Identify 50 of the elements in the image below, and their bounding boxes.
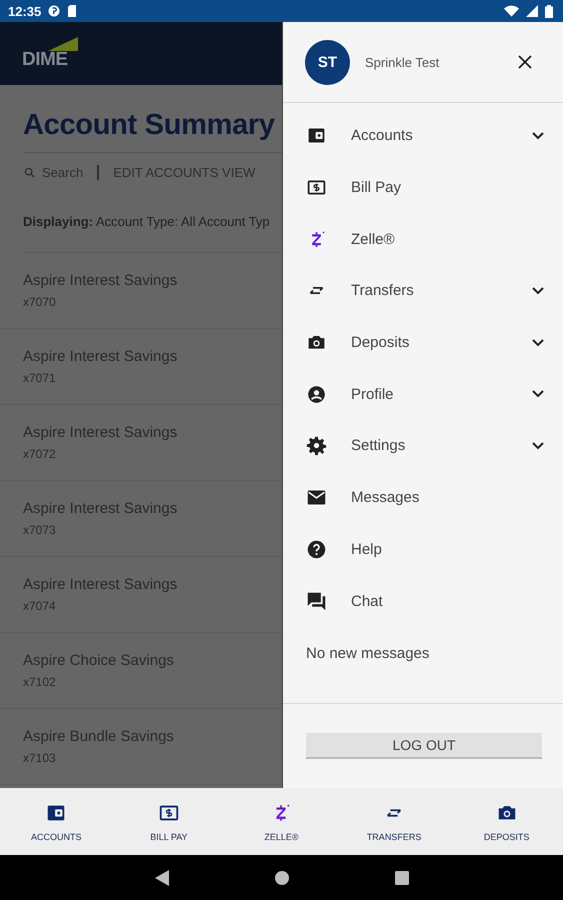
logout-button[interactable]: LOG OUT <box>306 733 542 759</box>
recents-icon[interactable] <box>394 870 408 884</box>
page-title: Account Summary <box>23 109 282 153</box>
drawer-menu-item[interactable]: Profile <box>283 368 563 420</box>
drawer-menu-item[interactable]: Help <box>283 524 563 576</box>
drawer-menu-item[interactable]: Bill Pay <box>283 162 563 214</box>
account-number: x7102 <box>23 675 57 689</box>
drawer-menu-item[interactable]: Messages <box>283 472 563 524</box>
account-name: Aspire Interest Savings <box>23 576 178 593</box>
drawer-menu-item[interactable]: Transfers <box>283 265 563 317</box>
user-name: Sprinkle Test <box>365 54 440 70</box>
signal-icon <box>526 5 538 17</box>
sd-card-icon <box>67 5 78 17</box>
drawer-menu-item[interactable]: Deposits <box>283 316 563 368</box>
account-name: Aspire Bundle Savings <box>23 728 175 745</box>
gear-icon <box>306 435 327 456</box>
account-number: x7103 <box>23 751 57 765</box>
account-name: Aspire Interest Savings <box>23 272 178 289</box>
close-icon[interactable] <box>518 55 532 69</box>
drawer-menu-item[interactable]: Settings <box>283 420 563 472</box>
account-name: Aspire Interest Savings <box>23 348 178 365</box>
chat-icon <box>306 590 327 612</box>
messages-note: No new messages <box>305 644 430 662</box>
search-icon <box>24 167 35 178</box>
avatar: ST <box>305 40 350 84</box>
account-number: x7072 <box>23 447 57 461</box>
battery-icon <box>545 4 553 18</box>
home-icon[interactable] <box>274 870 288 884</box>
drawer-menu-item[interactable]: Zelle® <box>283 213 563 266</box>
dime-logo: DIME <box>22 36 78 70</box>
drawer-menu-item[interactable]: Chat <box>283 575 563 627</box>
bottom-nav-tab[interactable]: ACCOUNTS <box>0 788 113 855</box>
account-name: Aspire Interest Savings <box>23 424 178 441</box>
account-number: x7073 <box>23 523 57 537</box>
account-number: x7070 <box>23 295 57 309</box>
person-icon <box>306 384 327 405</box>
bottom-nav-tab[interactable]: DEPOSITS <box>450 788 563 855</box>
filter-text: Displaying: Account Type: All Account Typ <box>23 214 282 253</box>
help-icon <box>306 538 327 560</box>
back-icon[interactable] <box>154 870 168 886</box>
account-number: x7074 <box>23 599 57 613</box>
status-time: 12:35 <box>8 4 42 18</box>
bottom-nav-tab[interactable]: ZELLE® <box>225 788 338 855</box>
bottom-nav-tab[interactable]: BILL PAY <box>112 788 226 855</box>
account-name: Aspire Choice Savings <box>23 652 175 669</box>
account-name: Aspire Interest Savings <box>23 500 178 517</box>
account-number: x7071 <box>23 371 57 385</box>
bottom-nav-tab[interactable]: TRANSFERS <box>338 788 450 855</box>
wifi-icon <box>504 5 519 17</box>
drawer-menu-item[interactable]: Accounts <box>283 110 563 162</box>
